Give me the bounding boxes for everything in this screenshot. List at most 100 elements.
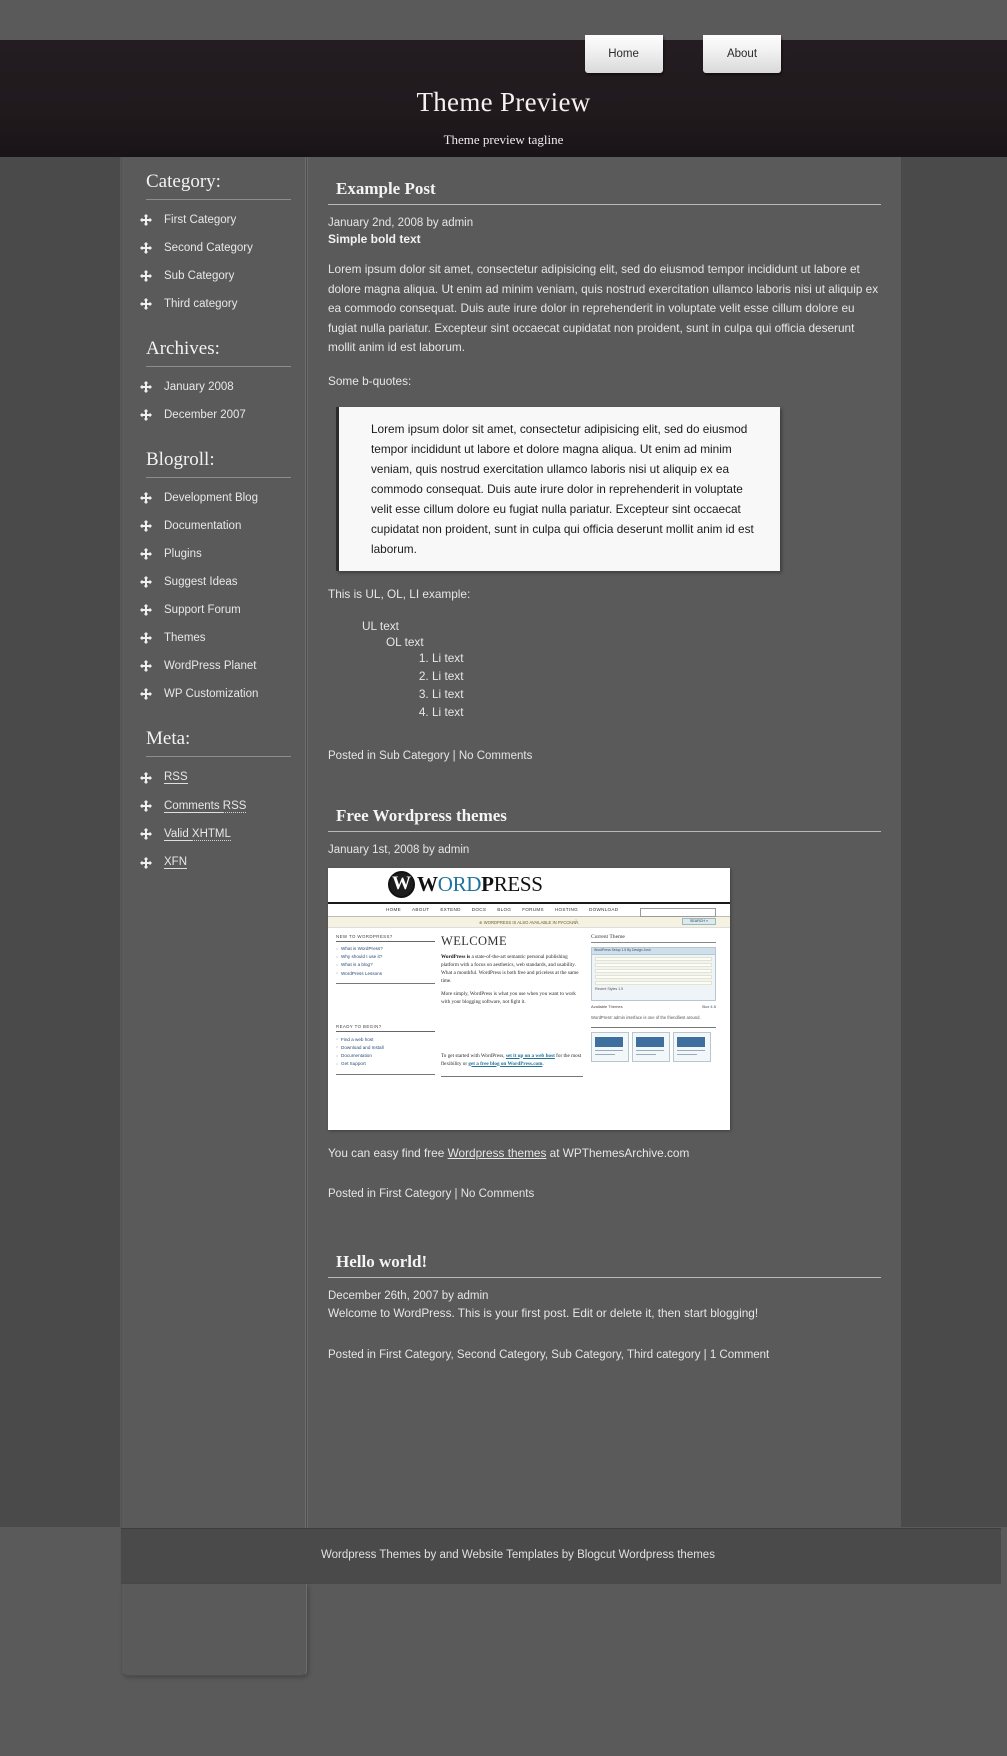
post-body: Welcome to WordPress. This is your first… <box>328 1306 759 1320</box>
sidebar-item-label: Documentation <box>164 520 242 532</box>
sidebar-heading-blogroll: Blogroll: <box>146 435 291 478</box>
move-cross-icon <box>140 632 152 644</box>
sidebar-item-plugins[interactable]: Plugins <box>122 540 305 568</box>
wp-nav-about: ABOUT <box>411 907 430 912</box>
post-title[interactable]: Free Wordpress themes <box>328 784 881 832</box>
wp-link-setup: set it up on a web host <box>505 1052 555 1059</box>
wp-heading-ready: READY TO BEGIN? <box>336 1024 435 1033</box>
sidebar-item-rss[interactable]: RSS <box>122 763 305 792</box>
sidebar-item-label: WordPress Planet <box>164 660 257 672</box>
wp-logo-row: W WORDPRESS <box>328 868 730 904</box>
nav-item-home[interactable]: Home <box>584 35 663 73</box>
wp-welcome-heading: WELCOME <box>441 933 507 948</box>
sidebar-item-development-blog[interactable]: Development Blog <box>122 484 305 512</box>
list-item: Li text <box>432 667 881 685</box>
wp-link: WordPress Lessons <box>336 969 435 977</box>
post-footer-meta[interactable]: Posted in First Category, Second Categor… <box>328 1346 881 1365</box>
sidebar-item-label: Second Category <box>164 242 253 254</box>
wp-divider <box>591 1026 716 1028</box>
sidebar-item-wordpress-planet[interactable]: WordPress Planet <box>122 652 305 680</box>
move-cross-icon <box>140 520 152 532</box>
wp-divider <box>336 1074 435 1075</box>
sidebar-item-label: Third category <box>164 298 238 310</box>
sidebar-item-wp-customization[interactable]: WP Customization <box>122 680 305 708</box>
post-title[interactable]: Hello world! <box>328 1230 881 1278</box>
sidebar-item-valid-xhtml[interactable]: Valid XHTML <box>122 820 305 848</box>
post-bold-text: Simple bold text <box>328 232 421 246</box>
sidebar-list-archives: January 2008 December 2007 <box>122 367 305 435</box>
post-meta: January 1st, 2008 by admin <box>328 843 470 856</box>
post-footer-meta[interactable]: Posted in First Category | No Comments <box>328 1185 881 1204</box>
post-unordered-list: UL text OL text Li text Li text Li text … <box>328 617 881 725</box>
wp-heading-new: NEW TO WORDPRESS? <box>336 934 435 942</box>
page-wrapper: Category: First Category Second Category… <box>0 157 1007 1756</box>
wp-mini-line <box>677 1053 697 1056</box>
sidebar-item-first-category[interactable]: First Category <box>122 206 305 234</box>
post-nested-list: OL text Li text Li text Li text Li text <box>362 633 881 723</box>
list-item: Li text <box>432 649 881 667</box>
wp-mini-line <box>636 1049 664 1052</box>
wp-nav-extend: EXTEND <box>440 907 461 912</box>
wp-mini-thumb <box>591 1031 629 1062</box>
sidebar-item-label: RSS <box>164 771 188 784</box>
bottom-background <box>0 1584 1007 1756</box>
wp-ready-block: READY TO BEGIN? Find a web host Download… <box>336 1024 435 1075</box>
wp-nav-forums: FORUMS <box>522 907 544 912</box>
nav-item-about[interactable]: About <box>703 35 781 73</box>
wp-link: Why should I use it? <box>336 953 435 961</box>
sidebar-item-support-forum[interactable]: Support Forum <box>122 596 305 624</box>
sidebar-list-blogroll: Development Blog Documentation Plugins S… <box>122 478 305 714</box>
right-gutter <box>901 157 1007 1527</box>
wp-available-row: Available Themes Box 4.5 <box>591 1004 716 1009</box>
wp-paragraph-3: To get started with WordPress, set it up… <box>441 1052 583 1068</box>
move-cross-icon <box>140 270 152 282</box>
sidebar-item-third-category[interactable]: Third category <box>122 290 305 318</box>
wp-mini-thumb <box>632 1031 670 1062</box>
sidebar-item-themes[interactable]: Themes <box>122 624 305 652</box>
wp-left-column: NEW TO WORDPRESS? What is WordPress? Why… <box>336 934 441 1081</box>
top-background-strip <box>0 0 1007 40</box>
wp-divider <box>441 1075 583 1077</box>
sidebar-item-label-text: Valid <box>164 828 192 841</box>
wp-mini-line <box>636 1053 656 1056</box>
list-item: OL text Li text Li text Li text Li text <box>386 633 881 723</box>
wordmark-p: P <box>481 871 494 896</box>
move-cross-icon <box>140 800 152 812</box>
post-body-post: at WPThemesArchive.com <box>546 1145 690 1160</box>
wp-body: NEW TO WORDPRESS? What is WordPress? Why… <box>328 928 730 1081</box>
main-content: Example Post January 2nd, 2008 by admin … <box>307 157 901 1528</box>
move-cross-icon <box>140 242 152 254</box>
wp-theme-row <box>595 974 712 979</box>
sidebar-item-documentation[interactable]: Documentation <box>122 512 305 540</box>
wp-theme-row <box>595 980 712 985</box>
wp-search-button: SEARCH » <box>682 917 716 925</box>
wordmark-ord: ORD <box>437 871 482 896</box>
sidebar-heading-meta: Meta: <box>146 714 291 757</box>
move-cross-icon <box>140 576 152 588</box>
sidebar-heading-category: Category: <box>146 157 291 200</box>
sidebar-item-sub-category[interactable]: Sub Category <box>122 262 305 290</box>
sidebar-item-label: Support Forum <box>164 604 241 616</box>
sidebar-item-second-category[interactable]: Second Category <box>122 234 305 262</box>
ul-text: UL text <box>362 618 399 633</box>
wp-theme-row <box>595 968 712 973</box>
move-cross-icon <box>140 828 152 840</box>
sidebar-item-january-2008[interactable]: January 2008 <box>122 373 305 401</box>
sidebar-item-xfn[interactable]: XFN <box>122 848 305 877</box>
wp-nav-docs: DOCS <box>471 907 487 912</box>
sidebar-item-december-2007[interactable]: December 2007 <box>122 401 305 429</box>
sidebar-item-label: Comments RSS <box>164 800 247 813</box>
wp-link: Download and Install <box>336 1043 435 1051</box>
move-cross-icon <box>140 214 152 226</box>
wp-available-label: Available Themes <box>591 1003 623 1009</box>
list-item: Li text <box>432 685 881 703</box>
wordpress-themes-link[interactable]: Wordpress themes <box>448 1146 547 1160</box>
wp-mini-line <box>595 1049 623 1052</box>
sidebar-item-suggest-ideas[interactable]: Suggest Ideas <box>122 568 305 596</box>
post-title[interactable]: Example Post <box>328 157 881 205</box>
move-cross-icon <box>140 688 152 700</box>
wp-mini-banner <box>595 1036 623 1047</box>
post-footer-meta[interactable]: Posted in Sub Category | No Comments <box>328 747 881 766</box>
sidebar-item-comments-rss[interactable]: Comments RSS <box>122 792 305 820</box>
post-paragraph: Lorem ipsum dolor sit amet, consectetur … <box>328 262 879 354</box>
